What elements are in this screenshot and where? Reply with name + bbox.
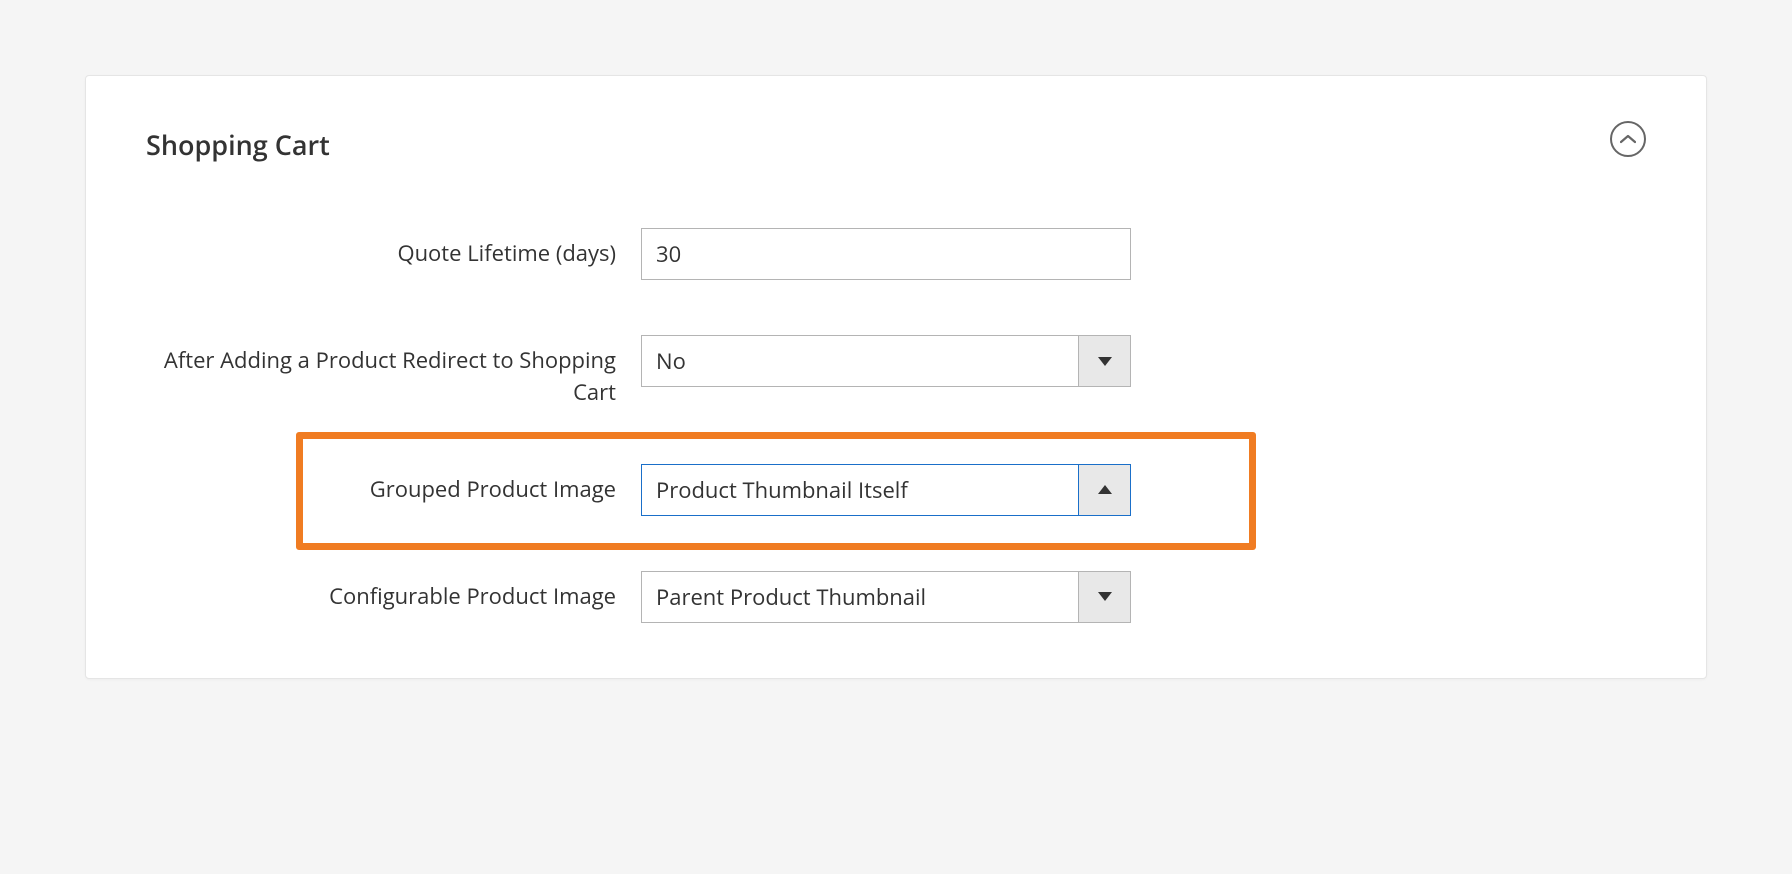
configurable-product-image-select[interactable]: Parent Product Thumbnail — [641, 571, 1131, 623]
collapse-toggle-button[interactable] — [1610, 121, 1646, 157]
triangle-down-icon — [1098, 357, 1112, 366]
triangle-down-icon — [1098, 592, 1112, 601]
form-rows: Quote Lifetime (days) After Adding a Pro… — [146, 228, 1646, 623]
grouped-product-image-row: Grouped Product Image Product Thumbnail … — [146, 464, 1646, 516]
quote-lifetime-control — [641, 228, 1131, 280]
chevron-up-icon — [1620, 134, 1636, 144]
grouped-product-image-label: Grouped Product Image — [146, 464, 641, 506]
grouped-product-image-control: Product Thumbnail Itself — [641, 464, 1131, 516]
quote-lifetime-input[interactable] — [641, 228, 1131, 280]
redirect-after-add-arrow — [1078, 336, 1130, 386]
shopping-cart-panel: Shopping Cart Quote Lifetime (days) Afte… — [85, 75, 1707, 679]
section-title: Shopping Cart — [146, 126, 1646, 163]
grouped-product-image-select[interactable]: Product Thumbnail Itself — [641, 464, 1131, 516]
redirect-after-add-row: After Adding a Product Redirect to Shopp… — [146, 335, 1646, 409]
redirect-after-add-label: After Adding a Product Redirect to Shopp… — [146, 335, 641, 409]
redirect-after-add-control: No — [641, 335, 1131, 387]
configurable-product-image-row: Configurable Product Image Parent Produc… — [146, 571, 1646, 623]
configurable-product-image-control: Parent Product Thumbnail — [641, 571, 1131, 623]
quote-lifetime-row: Quote Lifetime (days) — [146, 228, 1646, 280]
redirect-after-add-select[interactable]: No — [641, 335, 1131, 387]
triangle-up-icon — [1098, 485, 1112, 494]
grouped-product-image-value: Product Thumbnail Itself — [642, 465, 1078, 515]
quote-lifetime-label: Quote Lifetime (days) — [146, 228, 641, 270]
configurable-product-image-label: Configurable Product Image — [146, 571, 641, 613]
redirect-after-add-value: No — [642, 336, 1078, 386]
grouped-product-image-arrow — [1078, 465, 1130, 515]
configurable-product-image-arrow — [1078, 572, 1130, 622]
configurable-product-image-value: Parent Product Thumbnail — [642, 572, 1078, 622]
